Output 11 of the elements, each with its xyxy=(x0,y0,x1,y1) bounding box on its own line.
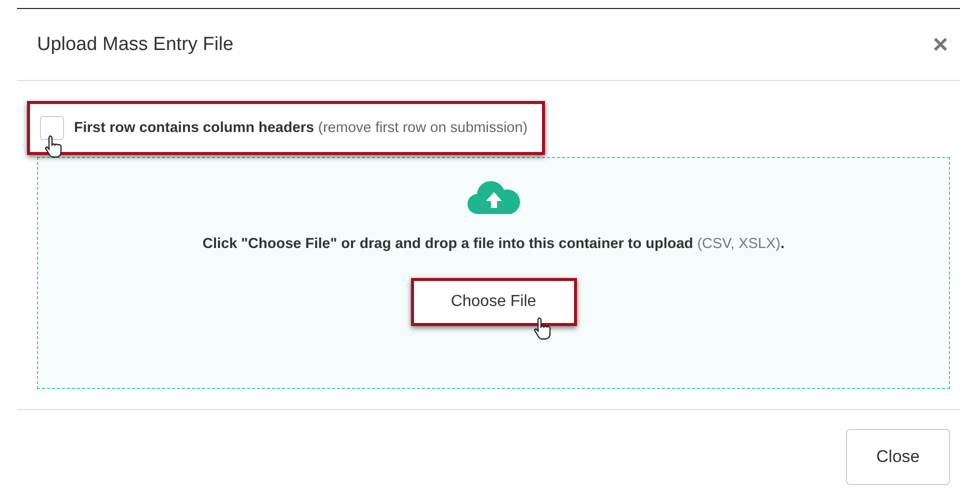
checkbox[interactable] xyxy=(40,116,64,140)
dialog-title: Upload Mass Entry File xyxy=(37,34,234,56)
cloud-upload-icon xyxy=(466,180,522,216)
hand-cursor-icon xyxy=(44,134,64,158)
close-button[interactable]: Close xyxy=(846,429,950,485)
hand-cursor-icon xyxy=(532,316,552,340)
checkbox-option[interactable]: First row contains column headers (remove first row on submission) xyxy=(27,101,545,155)
upload-instructions: Click "Choose File" or drag and drop a file into this container to upload (CSV, XSLX). xyxy=(202,236,785,252)
checkbox-label: First row contains column headers (remove first row on submission) xyxy=(74,120,528,136)
choose-file-button[interactable]: Choose File xyxy=(410,278,576,326)
dropzone[interactable]: Click "Choose File" or drag and drop a file into this container to upload (CSV, XSLX). Choose File xyxy=(37,157,950,389)
